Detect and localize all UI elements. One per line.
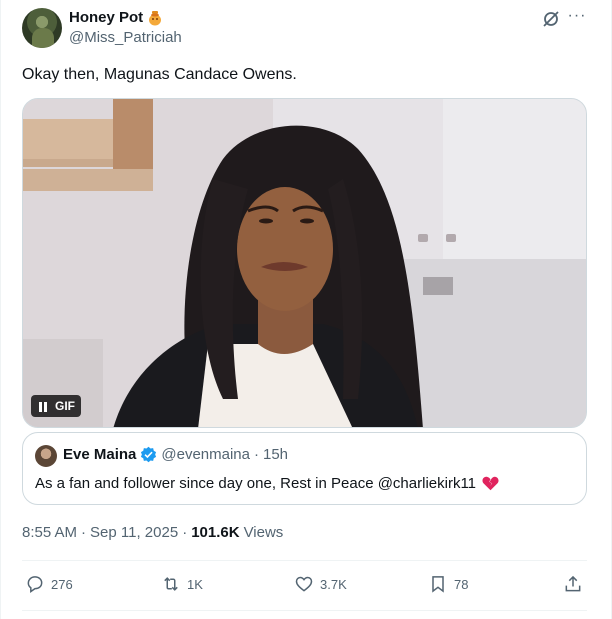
tweet-meta: 8:55 AM · Sep 11, 2025 · 101.6K Views xyxy=(22,524,283,541)
repost-icon xyxy=(164,577,178,591)
bookmark-icon xyxy=(432,576,444,593)
quoted-tweet-age: 15h xyxy=(262,446,289,463)
quoted-author-handle: @evenmaina xyxy=(161,446,250,463)
meta-separator-2: · xyxy=(182,524,188,541)
quoted-author-avatar xyxy=(35,445,57,467)
reply-icon xyxy=(27,576,43,593)
reply-count: 276 xyxy=(51,576,73,592)
gif-label: GIF xyxy=(55,399,75,413)
quoted-tweet-text-row: As a fan and follower since day one, Res… xyxy=(35,475,499,492)
quoted-tweet[interactable]: Eve Maina @evenmaina · 15h As a fan and … xyxy=(22,432,587,505)
gif-media[interactable]: GIF xyxy=(22,98,587,428)
pause-icon[interactable] xyxy=(37,400,49,412)
divider-top xyxy=(22,560,587,561)
gif-frame-image xyxy=(23,99,586,427)
author-name[interactable]: Honey Pot xyxy=(69,9,143,26)
gif-badge[interactable]: GIF xyxy=(31,395,81,417)
grok-icon[interactable] xyxy=(541,9,561,29)
divider-bottom xyxy=(22,610,587,611)
share-button[interactable] xyxy=(563,574,583,594)
tweet-time[interactable]: 8:55 AM xyxy=(22,524,77,541)
heart-icon xyxy=(295,576,313,592)
views-count: 101.6K xyxy=(191,524,240,541)
verified-badge-icon xyxy=(140,446,157,463)
like-count: 3.7K xyxy=(320,576,347,592)
views-label: Views xyxy=(243,524,284,541)
share-icon xyxy=(565,575,581,592)
bookmark-button[interactable]: 78 xyxy=(428,574,468,594)
honey-pot-icon xyxy=(147,10,163,26)
quoted-author-name: Eve Maina xyxy=(63,446,137,463)
author-handle[interactable]: @Miss_Patriciah xyxy=(69,29,182,46)
reply-button[interactable]: 276 xyxy=(25,574,73,594)
quoted-author-row: Eve Maina @evenmaina · 15h xyxy=(63,446,288,463)
broken-heart-icon xyxy=(482,475,499,492)
separator-dot: · xyxy=(253,446,259,463)
tweet-date[interactable]: Sep 11, 2025 xyxy=(90,524,178,541)
tweet-text: Okay then, Magunas Candace Owens. xyxy=(22,66,297,83)
like-button[interactable]: 3.7K xyxy=(294,574,347,594)
more-options-icon[interactable]: ··· xyxy=(567,8,587,29)
tweet-card: Honey Pot @Miss_Patriciah ··· Okay then,… xyxy=(0,0,612,619)
meta-separator-1: · xyxy=(81,524,87,541)
repost-button[interactable]: 1K xyxy=(161,574,203,594)
bookmark-count: 78 xyxy=(454,576,469,592)
quoted-tweet-text: As a fan and follower since day one, Res… xyxy=(35,475,477,492)
author-name-row: Honey Pot xyxy=(69,9,163,26)
author-avatar[interactable] xyxy=(22,8,62,48)
repost-count: 1K xyxy=(187,576,203,592)
